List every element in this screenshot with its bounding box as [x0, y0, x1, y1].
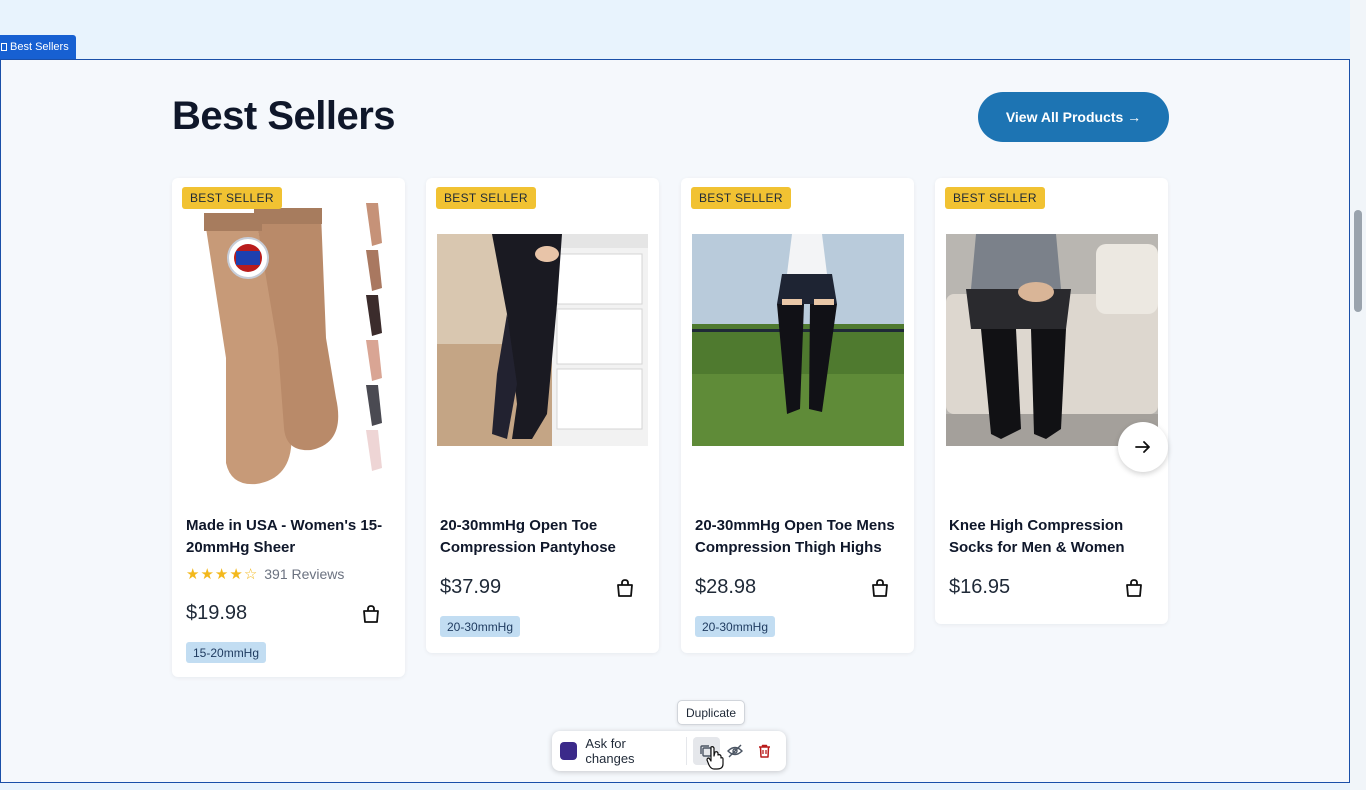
product-name[interactable]: Made in USA - Women's 15-20mmHg Sheer Co…: [186, 515, 391, 559]
product-image[interactable]: [186, 188, 391, 488]
star-icon: ★: [229, 565, 243, 583]
product-name[interactable]: Knee High Compression Socks for Men & Wo…: [949, 515, 1154, 559]
best-seller-badge: BEST SELLER: [436, 187, 536, 209]
star-icon: ★: [186, 565, 200, 583]
hide-icon: [727, 744, 744, 758]
section-icon: [1, 43, 7, 51]
product-price: $19.98: [186, 602, 248, 624]
product-name[interactable]: 20-30mmHg Open Toe Compression Pantyhose…: [440, 515, 645, 559]
review-count[interactable]: 391 Reviews: [264, 566, 344, 582]
product-rating: ★ ★ ★ ★ ☆ 391 Reviews: [186, 566, 344, 582]
best-seller-badge: BEST SELLER: [182, 187, 282, 209]
pointer-cursor-icon: [706, 746, 724, 770]
product-price: $28.98: [695, 576, 757, 598]
star-half-icon: ☆: [243, 565, 258, 583]
product-card[interactable]: BEST SELLER 20-30mmHg Open Toe Mens Comp…: [681, 178, 914, 653]
best-sellers-section: Best Sellers View All Products → BEST SE…: [0, 59, 1350, 783]
section-tag-label: Best Sellers: [10, 41, 69, 53]
duplicate-tooltip: Duplicate: [677, 700, 746, 725]
ask-for-changes-label: Ask for changes: [585, 736, 635, 766]
pressure-chip: 20-30mmHg: [695, 616, 776, 637]
hide-button[interactable]: [722, 737, 749, 765]
best-seller-badge: BEST SELLER: [945, 187, 1045, 209]
arrow-right-icon: [1135, 441, 1150, 453]
delete-button[interactable]: [751, 737, 778, 765]
scrollbar-thumb[interactable]: [1354, 210, 1362, 312]
carousel-next-button[interactable]: [1118, 422, 1168, 472]
star-icon: ★: [200, 565, 214, 583]
shopping-bag-icon[interactable]: [870, 578, 890, 598]
section-tag[interactable]: Best Sellers: [0, 35, 76, 59]
shopping-bag-icon[interactable]: [1124, 578, 1144, 598]
product-card[interactable]: BEST SELLER Made in USA - Women's 15-20m…: [172, 178, 405, 677]
product-price: $16.95: [949, 576, 1011, 598]
product-card[interactable]: BEST SELLER 20-30mmHg Open Toe Compressi…: [426, 178, 659, 653]
product-image[interactable]: [692, 234, 904, 446]
star-icon: ★: [214, 565, 229, 583]
edit-toolbar: Ask for changes: [552, 731, 786, 771]
best-seller-badge: BEST SELLER: [691, 187, 791, 209]
assistant-avatar-icon: [560, 742, 578, 760]
ask-for-changes-button[interactable]: Ask for changes: [560, 736, 687, 766]
product-image[interactable]: [946, 234, 1158, 446]
trash-icon: [758, 744, 770, 758]
pressure-chip: 15-20mmHg: [186, 642, 267, 663]
product-name[interactable]: 20-30mmHg Open Toe Mens Compression Thig…: [695, 515, 900, 559]
shopping-bag-icon[interactable]: [361, 604, 381, 624]
page-scrollbar[interactable]: [1350, 0, 1366, 790]
view-all-products-button[interactable]: View All Products →: [978, 92, 1169, 142]
section-title: Best Sellers: [172, 94, 396, 138]
product-card[interactable]: BEST SELLER Knee High Compression Socks …: [935, 178, 1168, 624]
product-price: $37.99: [440, 576, 502, 598]
pressure-chip: 20-30mmHg: [440, 616, 521, 637]
shopping-bag-icon[interactable]: [615, 578, 635, 598]
product-image[interactable]: [437, 234, 648, 446]
